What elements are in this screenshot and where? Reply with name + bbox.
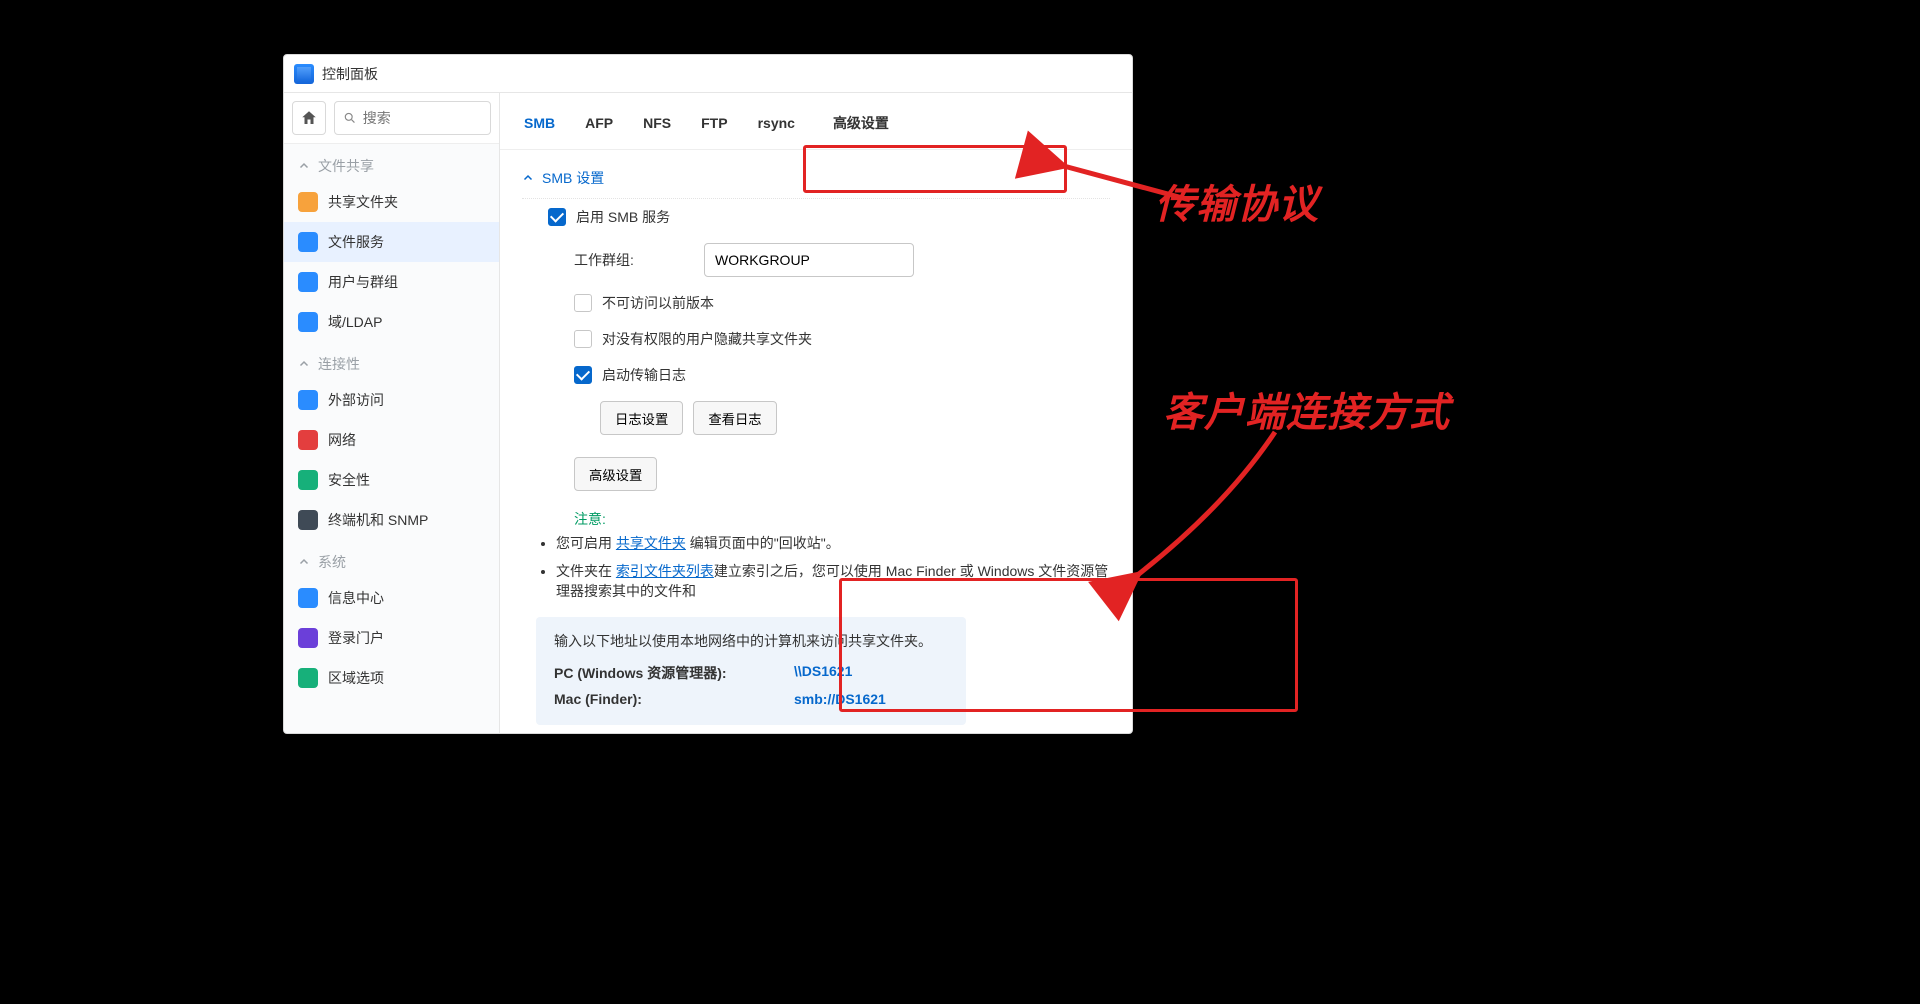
region-icon bbox=[298, 668, 318, 688]
tab-afp[interactable]: AFP bbox=[583, 109, 615, 137]
sidebar-item[interactable]: 网络 bbox=[284, 420, 499, 460]
annotation-label-2: 客户端连接方式 bbox=[1163, 380, 1450, 438]
sidebar-item[interactable]: 安全性 bbox=[284, 460, 499, 500]
portal-icon bbox=[298, 628, 318, 648]
sidebar-item-label: 终端机和 SNMP bbox=[328, 510, 428, 530]
chevron-up-icon bbox=[298, 556, 310, 568]
sidebar-item[interactable]: 共享文件夹 bbox=[284, 182, 499, 222]
btn-view-log[interactable]: 查看日志 bbox=[693, 401, 776, 435]
label-hide-noperm: 对没有权限的用户隐藏共享文件夹 bbox=[602, 329, 812, 349]
sidebar-item[interactable]: 终端机和 SNMP bbox=[284, 500, 499, 540]
sidebar-item[interactable]: 外部访问 bbox=[284, 380, 499, 420]
search-input-wrap[interactable] bbox=[334, 101, 491, 135]
label-enable-smb: 启用 SMB 服务 bbox=[576, 207, 670, 227]
sidebar-item-label: 文件服务 bbox=[328, 232, 384, 252]
link-index-list[interactable]: 索引文件夹列表 bbox=[616, 563, 714, 579]
tab-rsync[interactable]: rsync bbox=[756, 109, 797, 137]
note-item-1: 您可启用 共享文件夹 编辑页面中的"回收站"。 bbox=[556, 529, 1110, 557]
sidebar-item[interactable]: 用户与群组 bbox=[284, 262, 499, 302]
home-icon bbox=[300, 109, 318, 127]
titlebar: 控制面板 bbox=[284, 55, 1132, 93]
sidebar-group-head[interactable]: 文件共享 bbox=[284, 144, 499, 182]
sidebar-item-label: 外部访问 bbox=[328, 390, 384, 410]
sidebar-item[interactable]: 区域选项 bbox=[284, 658, 499, 698]
addr-pc-key: PC (Windows 资源管理器): bbox=[554, 663, 774, 683]
btn-advanced[interactable]: 高级设置 bbox=[574, 457, 657, 491]
checkbox-enable-smb[interactable] bbox=[548, 208, 566, 226]
search-icon bbox=[343, 110, 357, 126]
note-head: 注意: bbox=[522, 509, 1110, 529]
tab-nfs[interactable]: NFS bbox=[641, 109, 673, 137]
tab-smb[interactable]: SMB bbox=[522, 109, 557, 137]
file-service-icon bbox=[298, 232, 318, 252]
section-title: SMB 设置 bbox=[542, 168, 604, 188]
sidebar-group-label: 系统 bbox=[318, 552, 346, 572]
info-icon bbox=[298, 588, 318, 608]
addr-mac-val: smb://DS1621 bbox=[794, 691, 886, 707]
sidebar-item[interactable]: 域/LDAP bbox=[284, 302, 499, 342]
note-item-2: 文件夹在 索引文件夹列表建立索引之后，您可以使用 Mac Finder 或 Wi… bbox=[556, 557, 1110, 605]
sidebar-item-label: 域/LDAP bbox=[328, 312, 382, 332]
section-smb-settings[interactable]: SMB 设置 bbox=[522, 160, 1110, 199]
sidebar-group-head[interactable]: 连接性 bbox=[284, 342, 499, 380]
tabs: SMB AFP NFS FTP rsync 高级设置 bbox=[500, 93, 1132, 150]
sidebar: 文件共享共享文件夹文件服务用户与群组域/LDAP 连接性外部访问网络安全性终端机和… bbox=[284, 93, 500, 733]
sidebar-item-label: 区域选项 bbox=[328, 668, 384, 688]
address-box: 输入以下地址以使用本地网络中的计算机来访问共享文件夹。 PC (Windows … bbox=[536, 617, 966, 725]
label-no-prev: 不可访问以前版本 bbox=[602, 293, 714, 313]
address-intro: 输入以下地址以使用本地网络中的计算机来访问共享文件夹。 bbox=[554, 631, 948, 659]
sidebar-group-head[interactable]: 系统 bbox=[284, 540, 499, 578]
addr-pc-val: \\DS1621 bbox=[794, 663, 852, 683]
checkbox-hide-noperm[interactable] bbox=[574, 330, 592, 348]
control-panel-window: 控制面板 文件共享共享文件夹文件服务用户与群组域/LDAP连接性外部访问网络安全… bbox=[283, 54, 1133, 734]
sidebar-item-label: 登录门户 bbox=[328, 628, 384, 648]
content: SMB AFP NFS FTP rsync 高级设置 SMB 设置 启用 SMB 服务 工… bbox=[500, 93, 1132, 733]
btn-log-setting[interactable]: 日志设置 bbox=[600, 401, 683, 435]
addr-mac-key: Mac (Finder): bbox=[554, 691, 774, 707]
sidebar-item-label: 安全性 bbox=[328, 470, 370, 490]
folder-icon bbox=[298, 192, 318, 212]
sidebar-item-label: 用户与群组 bbox=[328, 272, 398, 292]
tab-高级设置[interactable]: 高级设置 bbox=[831, 107, 891, 139]
sidebar-item[interactable]: 文件服务 bbox=[284, 222, 499, 262]
label-enable-log: 启动传输日志 bbox=[602, 365, 686, 385]
external-icon bbox=[298, 390, 318, 410]
users-icon bbox=[298, 272, 318, 292]
input-workgroup[interactable] bbox=[704, 243, 914, 277]
checkbox-no-prev[interactable] bbox=[574, 294, 592, 312]
link-shared-folder[interactable]: 共享文件夹 bbox=[616, 535, 686, 551]
app-icon bbox=[294, 64, 314, 84]
network-icon bbox=[298, 430, 318, 450]
sidebar-item-label: 共享文件夹 bbox=[328, 192, 398, 212]
checkbox-enable-log[interactable] bbox=[574, 366, 592, 384]
sidebar-group-label: 连接性 bbox=[318, 354, 360, 374]
ldap-icon bbox=[298, 312, 318, 332]
chevron-up-icon bbox=[298, 160, 310, 172]
window-title: 控制面板 bbox=[322, 64, 378, 84]
annotation-label-1: 传输协议 bbox=[1155, 172, 1319, 230]
terminal-icon bbox=[298, 510, 318, 530]
sidebar-item[interactable]: 信息中心 bbox=[284, 578, 499, 618]
sidebar-item[interactable]: 登录门户 bbox=[284, 618, 499, 658]
chevron-up-icon bbox=[298, 358, 310, 370]
security-icon bbox=[298, 470, 318, 490]
tab-ftp[interactable]: FTP bbox=[699, 109, 729, 137]
search-input[interactable] bbox=[363, 110, 482, 126]
home-button[interactable] bbox=[292, 101, 326, 135]
sidebar-group-label: 文件共享 bbox=[318, 156, 374, 176]
chevron-up-icon bbox=[522, 172, 534, 184]
sidebar-item-label: 信息中心 bbox=[328, 588, 384, 608]
label-workgroup: 工作群组: bbox=[574, 250, 694, 270]
sidebar-item-label: 网络 bbox=[328, 430, 356, 450]
